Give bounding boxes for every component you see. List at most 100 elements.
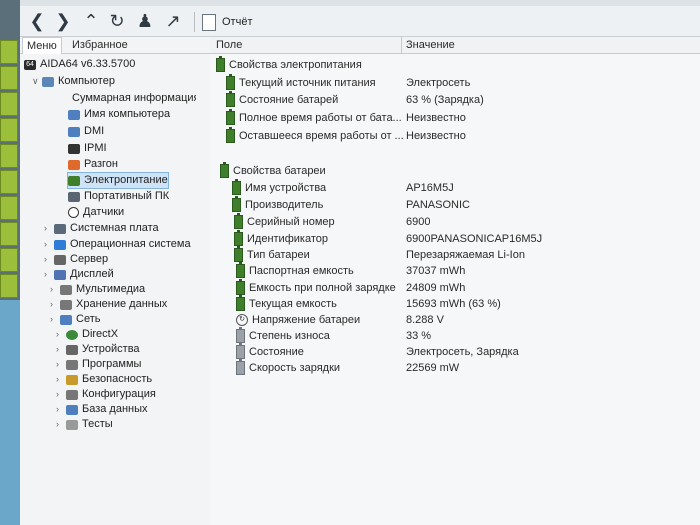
section-title: Свойства электропитания — [229, 59, 362, 71]
tree-item-category[interactable]: › Сеть — [50, 312, 100, 327]
table-row[interactable]: Степень износа 33 % — [210, 327, 700, 344]
chevron-right-icon[interactable]: › — [50, 282, 60, 297]
tab-menu[interactable]: Меню — [22, 37, 62, 54]
table-row[interactable]: Состояние батарей 63 % (Зарядка) — [210, 91, 700, 108]
table-row[interactable]: Производитель PANASONIC — [210, 196, 700, 213]
panel-tabs: Меню Избранное — [20, 37, 210, 54]
chevron-right-icon[interactable]: › — [44, 267, 54, 282]
chevron-right-icon[interactable]: › — [44, 252, 54, 267]
tree-item-category[interactable]: › DirectX — [56, 327, 118, 342]
chevron-right-icon[interactable]: › — [56, 372, 66, 387]
battery-icon — [232, 179, 241, 195]
chevron-right-icon[interactable]: › — [44, 221, 54, 236]
tree-item-label: Системная плата — [70, 222, 159, 234]
row-field: Состояние батарей — [239, 94, 339, 106]
column-field-header[interactable]: Поле — [216, 39, 242, 51]
section-header[interactable]: Свойства электропитания — [210, 56, 700, 73]
ipmi-icon — [68, 143, 80, 154]
tree-item-category[interactable]: › Конфигурация — [56, 387, 156, 402]
chevron-right-icon[interactable]: › — [56, 402, 66, 417]
row-value: Электросеть — [406, 77, 471, 89]
tree-root[interactable]: 64 AIDA64 v6.33.5700 — [24, 57, 135, 72]
row-value: Перезаряжаемая Li-Ion — [406, 249, 525, 261]
tree-item-category[interactable]: › Устройства — [56, 342, 140, 357]
table-row[interactable]: Оставшееся время работы от ... Неизвестн… — [210, 127, 700, 144]
tree-item-sensors[interactable]: Датчики — [68, 205, 124, 220]
chart-icon[interactable]: ↗ — [162, 10, 184, 32]
programs-icon — [66, 359, 78, 370]
table-row[interactable]: Текущая емкость 15693 mWh (63 %) — [210, 295, 700, 312]
desktop-edge — [0, 0, 20, 525]
tree-item-category[interactable]: › Программы — [56, 357, 141, 372]
chevron-right-icon[interactable]: › — [50, 297, 60, 312]
table-row[interactable]: Полное время работы от бата... Неизвестн… — [210, 109, 700, 126]
database-icon — [66, 404, 78, 415]
battery-icon — [234, 246, 243, 262]
table-row[interactable]: ↻ Напряжение батареи 8.288 V — [210, 312, 700, 328]
tree-item-category[interactable]: › Хранение данных — [50, 297, 167, 312]
table-row[interactable]: Идентификатор 6900PANASONICAP16M5J — [210, 230, 700, 247]
tree-item-category[interactable]: › Мультимедиа — [50, 282, 145, 297]
table-row[interactable]: Паспортная емкость 37037 mWh — [210, 262, 700, 279]
chevron-right-icon[interactable]: › — [56, 357, 66, 372]
user-icon[interactable]: ♟ — [134, 10, 156, 32]
tree-item-overclock[interactable]: Разгон — [68, 157, 118, 172]
tree-item-label: Сеть — [76, 313, 101, 325]
battery-icon — [226, 74, 235, 90]
table-row[interactable]: Состояние Электросеть, Зарядка — [210, 343, 700, 360]
chevron-right-icon[interactable]: › — [50, 312, 60, 327]
row-value: 8.288 V — [406, 314, 444, 326]
row-field: Полное время работы от бата... — [239, 112, 402, 124]
tree-item-category[interactable]: › Системная плата — [44, 221, 159, 236]
chevron-right-icon[interactable]: › — [56, 342, 66, 357]
tree-item-computer[interactable]: ∨ Компьютер — [32, 74, 115, 89]
report-button[interactable]: Отчёт — [202, 12, 252, 32]
refresh-icon[interactable]: ↻ — [106, 10, 128, 32]
report-icon — [202, 13, 216, 31]
up-icon[interactable]: ⌃ — [80, 10, 102, 32]
back-icon[interactable]: ❮ — [26, 10, 48, 32]
tree-item-portable[interactable]: Портативный ПК — [68, 189, 169, 204]
tree-item-power[interactable]: Электропитание — [67, 172, 169, 189]
section-title: Свойства батареи — [233, 165, 326, 177]
table-row[interactable]: Скорость зарядки 22569 mW — [210, 359, 700, 376]
table-row[interactable]: Емкость при полной зарядке 24809 mWh — [210, 279, 700, 296]
tree-item-label: IPMI — [84, 142, 107, 154]
battery-icon — [236, 359, 245, 375]
tree-item-label: Сервер — [70, 253, 109, 265]
tree-item-category[interactable]: › Сервер — [44, 252, 108, 267]
row-field: Напряжение батареи — [252, 314, 361, 326]
forward-icon[interactable]: ❯ — [52, 10, 74, 32]
tree-item-ipmi[interactable]: IPMI — [68, 141, 107, 156]
row-field: Текущая емкость — [249, 298, 337, 310]
chevron-down-icon[interactable]: ∨ — [32, 74, 42, 89]
chevron-right-icon[interactable]: › — [56, 387, 66, 402]
table-row[interactable]: Серийный номер 6900 — [210, 213, 700, 230]
column-value-header[interactable]: Значение — [406, 39, 455, 51]
tree-item-category[interactable]: › Тесты — [56, 417, 113, 432]
row-field: Паспортная емкость — [249, 265, 354, 277]
row-field: Оставшееся время работы от ... — [239, 130, 404, 142]
table-row[interactable]: Имя устройства AP16M5J — [210, 179, 700, 196]
tree-item-summary[interactable]: Суммарная информация — [68, 91, 196, 106]
table-row[interactable]: Тип батареи Перезаряжаемая Li-Ion — [210, 246, 700, 263]
tree-item-label: Портативный ПК — [84, 190, 170, 202]
section-header[interactable]: Свойства батареи — [210, 162, 700, 179]
row-field: Имя устройства — [245, 182, 327, 194]
tree-item-category[interactable]: › Дисплей — [44, 267, 114, 282]
tree-item-dmi[interactable]: DMI — [68, 124, 104, 139]
tree-item-computer-name[interactable]: Имя компьютера — [68, 107, 170, 122]
tab-favorites[interactable]: Избранное — [68, 37, 132, 53]
tree-item-category[interactable]: › Безопасность — [56, 372, 152, 387]
row-value: Электросеть, Зарядка — [406, 346, 519, 358]
table-row[interactable]: Текущий источник питания Электросеть — [210, 74, 700, 91]
tree-item-category[interactable]: › Операционная система — [44, 237, 191, 252]
row-field: Емкость при полной зарядке — [249, 282, 396, 294]
column-divider[interactable] — [401, 37, 402, 53]
tree-item-label: Разгон — [84, 158, 118, 170]
chevron-right-icon[interactable]: › — [56, 417, 66, 432]
chevron-right-icon[interactable]: › — [44, 237, 54, 252]
chevron-right-icon[interactable]: › — [56, 327, 66, 342]
row-value: 33 % — [406, 330, 432, 342]
tree-item-category[interactable]: › База данных — [56, 402, 148, 417]
